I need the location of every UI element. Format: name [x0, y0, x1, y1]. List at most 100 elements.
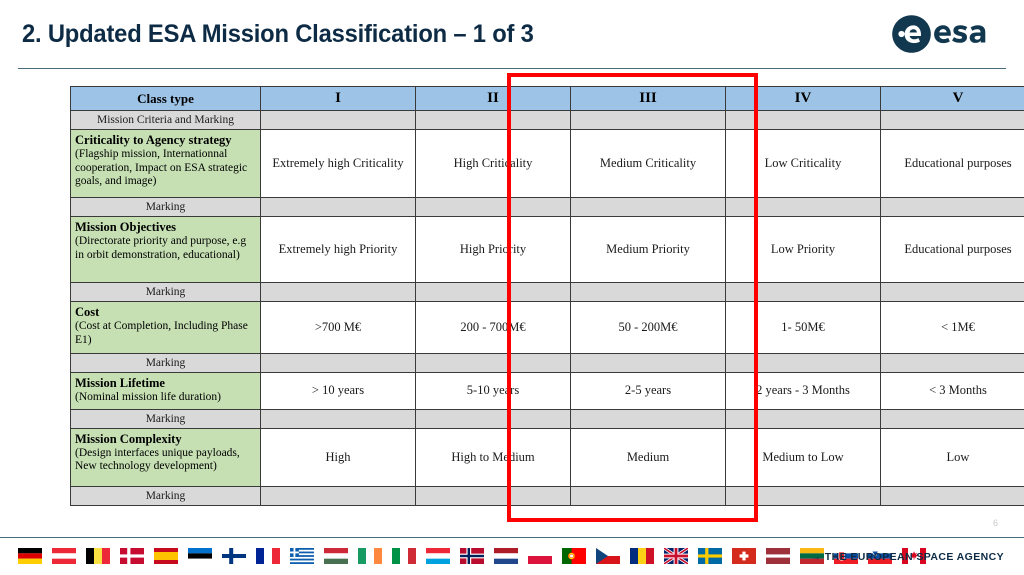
cell: [260, 353, 416, 373]
cell: [570, 485, 726, 506]
row-label: Marking: [70, 485, 261, 506]
cell: >700 M€: [260, 301, 416, 354]
cell: [725, 110, 881, 130]
cell: < 1M€: [880, 301, 1024, 354]
flag-greece-icon: [290, 548, 314, 564]
flag-spain-icon: [154, 548, 178, 564]
cell: 200 - 700M€: [415, 301, 571, 354]
table-row: Mission Complexity (Design interfaces un…: [70, 427, 1024, 487]
cell: > 10 years: [260, 372, 416, 410]
row-label: Marking: [70, 408, 261, 429]
column-header-I: I: [260, 86, 416, 111]
cell: Medium Criticality: [570, 129, 726, 198]
flag-germany-icon: [18, 548, 42, 564]
page-number: 6: [992, 518, 998, 528]
cell: [415, 197, 571, 217]
agency-footer-text: → THE EUROPEAN SPACE AGENCY: [810, 551, 1004, 563]
cell: 2-5 years: [570, 372, 726, 410]
header-divider: [18, 68, 1006, 69]
column-header-II: II: [415, 86, 571, 111]
cell: [415, 408, 571, 429]
flag-united-kingdom-icon: [664, 548, 688, 564]
mission-classification-table: Class type I II III IV V Mission Criteri…: [70, 86, 1024, 506]
cell: [570, 282, 726, 302]
flag-austria-icon: [52, 548, 76, 564]
cell: Medium Priority: [570, 216, 726, 283]
cell: [260, 408, 416, 429]
flag-portugal-icon: [562, 548, 586, 564]
cell: [725, 282, 881, 302]
cell: Low Criticality: [725, 129, 881, 198]
member-state-flags: [18, 548, 926, 564]
table-row: Mission Criteria and Marking: [70, 110, 1024, 130]
cell: [880, 408, 1024, 429]
cell: 1- 50M€: [725, 301, 881, 354]
table-row: Mission Objectives (Directorate priority…: [70, 216, 1024, 283]
cell: [725, 485, 881, 506]
cell: 2 years - 3 Months: [725, 372, 881, 410]
flag-czech-republic-icon: [596, 548, 620, 564]
cell: [415, 485, 571, 506]
cell: Low Priority: [725, 216, 881, 283]
flag-latvia-icon: [766, 548, 790, 564]
row-label: Marking: [70, 197, 261, 217]
table-row: Marking: [70, 485, 1024, 506]
flag-sweden-icon: [698, 548, 722, 564]
criterion-cell: Mission Objectives (Directorate priority…: [70, 216, 261, 283]
table-row: Mission Lifetime (Nominal mission life d…: [70, 372, 1024, 410]
cell: [570, 110, 726, 130]
flag-france-icon: [256, 548, 280, 564]
criterion-subtitle: (Nominal mission life duration): [75, 391, 221, 403]
column-header-IV: IV: [725, 86, 881, 111]
cell: Educational purposes: [880, 129, 1024, 198]
cell: High Criticality: [415, 129, 571, 198]
row-label: Marking: [70, 353, 261, 373]
cell: [260, 485, 416, 506]
cell: [570, 197, 726, 217]
table-header: Class type I II III IV V: [70, 86, 1024, 111]
row-label: Marking: [70, 282, 261, 302]
cell: [880, 282, 1024, 302]
table-header-row: Class type I II III IV V: [70, 86, 1024, 111]
footer-divider: [0, 537, 1024, 538]
table-row: Marking: [70, 197, 1024, 217]
flag-hungary-icon: [324, 548, 348, 564]
column-header-V: V: [880, 86, 1024, 111]
flag-poland-icon: [528, 548, 552, 564]
table-row: Marking: [70, 353, 1024, 373]
criterion-subtitle: (Flagship mission, Internationnal cooper…: [75, 148, 248, 188]
cell: Low: [880, 427, 1024, 487]
esa-logo-icon: [892, 15, 986, 53]
slide-header: 2. Updated ESA Mission Classification – …: [0, 0, 1024, 70]
cell: 5-10 years: [415, 372, 571, 410]
cell: [880, 485, 1024, 506]
flag-netherlands-icon: [494, 548, 518, 564]
flag-estonia-icon: [188, 548, 212, 564]
cell: [415, 282, 571, 302]
flag-switzerland-icon: [732, 548, 756, 564]
column-header-III: III: [570, 86, 726, 111]
criterion-cell: Cost (Cost at Completion, Including Phas…: [70, 301, 261, 354]
page-title: 2. Updated ESA Mission Classification – …: [22, 20, 534, 48]
cell: [880, 110, 1024, 130]
cell: 50 - 200M€: [570, 301, 726, 354]
criterion-cell: Mission Lifetime (Nominal mission life d…: [70, 372, 261, 410]
cell: [260, 110, 416, 130]
cell: Educational purposes: [880, 216, 1024, 283]
cell: [260, 197, 416, 217]
cell: [415, 110, 571, 130]
criterion-cell: Mission Complexity (Design interfaces un…: [70, 427, 261, 487]
criterion-subtitle: (Directorate priority and purpose, e.g i…: [75, 235, 247, 261]
cell: High to Medium: [415, 427, 571, 487]
cell: Medium to Low: [725, 427, 881, 487]
cell: [725, 353, 881, 373]
criterion-subtitle: (Design interfaces unique payloads, New …: [75, 446, 240, 473]
cell: [725, 197, 881, 217]
table-row: Cost (Cost at Completion, Including Phas…: [70, 301, 1024, 354]
cell: [260, 282, 416, 302]
criterion-title: Mission Objectives: [75, 220, 177, 234]
cell: [880, 197, 1024, 217]
flag-luxembourg-icon: [426, 548, 450, 564]
cell: Extremely high Priority: [260, 216, 416, 283]
cell: Extremely high Criticality: [260, 129, 416, 198]
